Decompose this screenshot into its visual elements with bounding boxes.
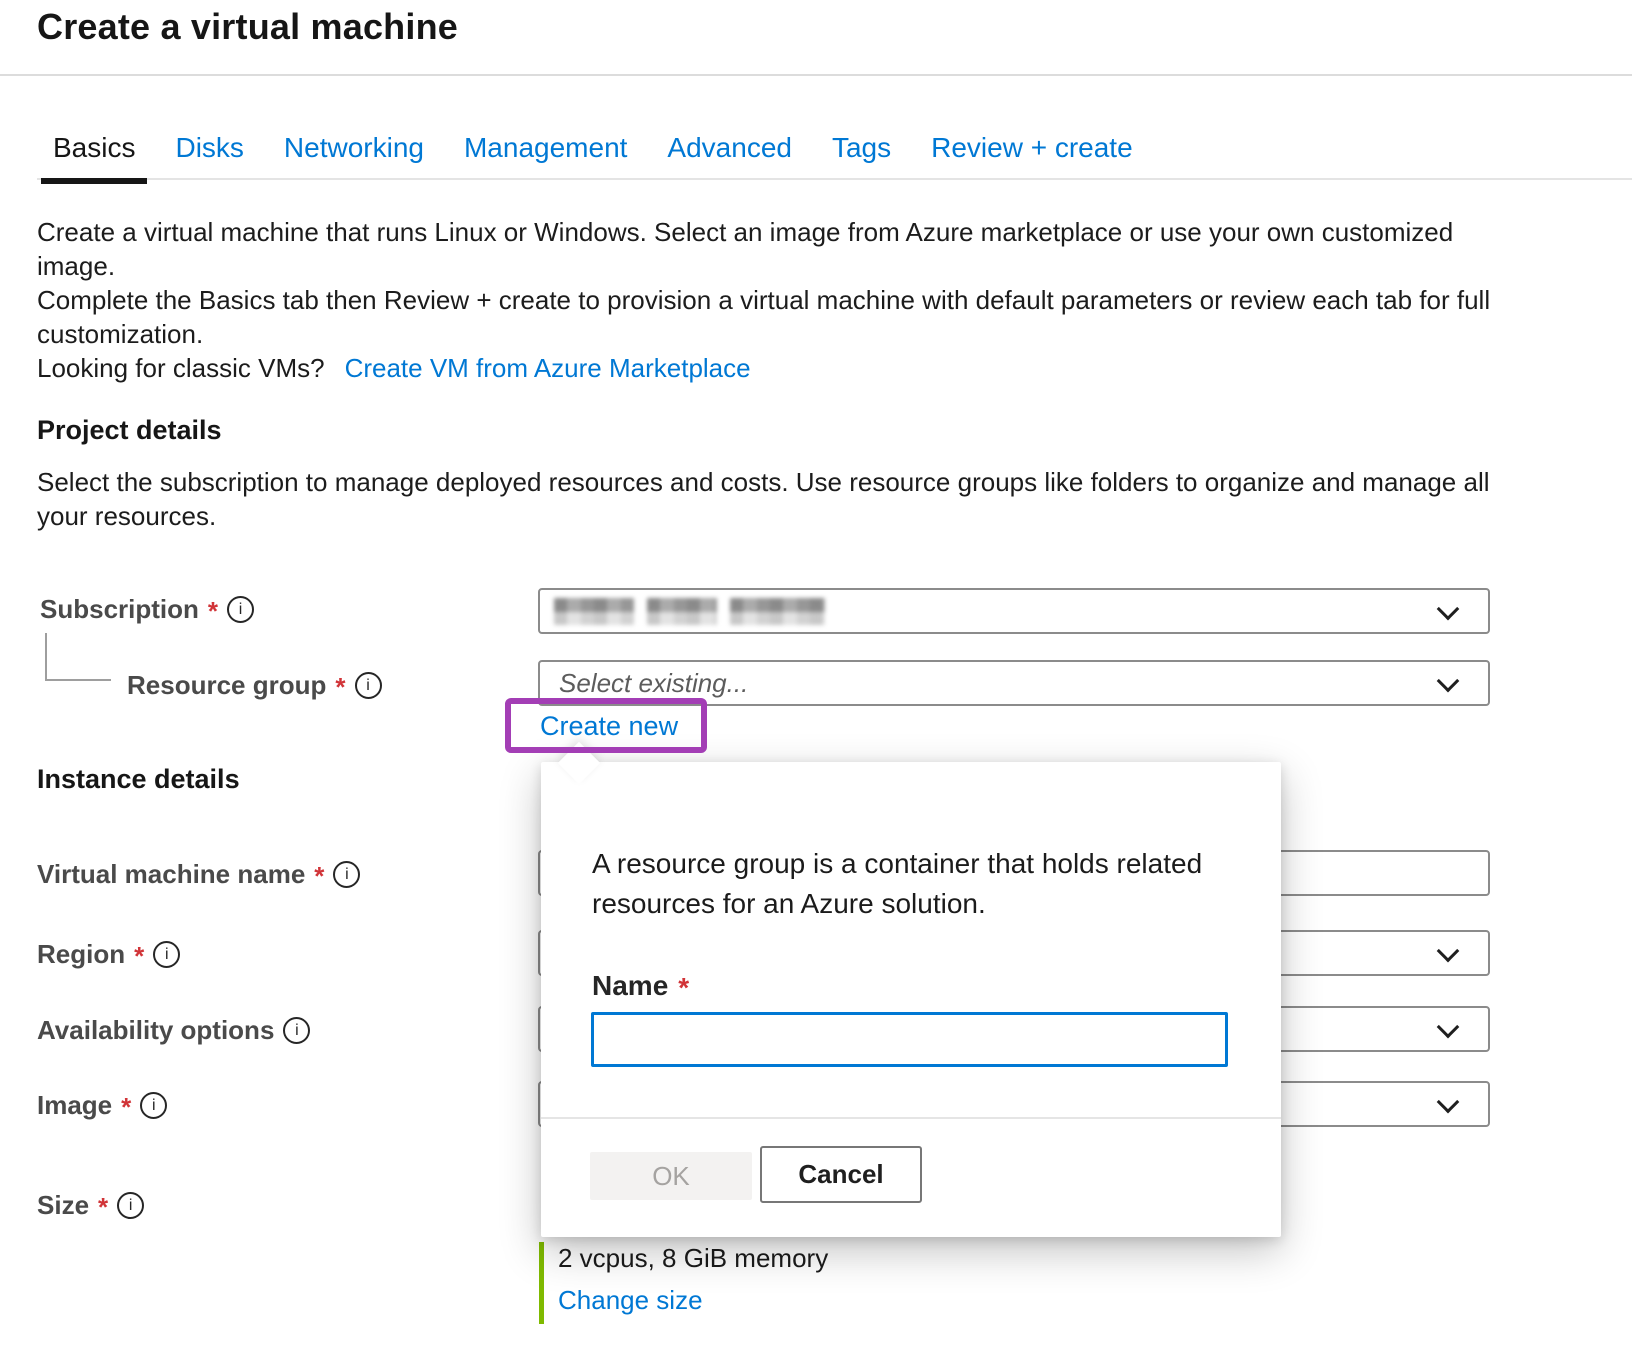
chevron-down-icon bbox=[1437, 1016, 1460, 1039]
resource-group-dropdown[interactable]: Select existing... bbox=[538, 660, 1490, 706]
intro-text: Create a virtual machine that runs Linux… bbox=[37, 215, 1490, 385]
dialog-name-input[interactable] bbox=[591, 1012, 1228, 1067]
subscription-label-text: Subscription bbox=[40, 594, 199, 625]
required-asterisk: * bbox=[134, 941, 144, 972]
resource-group-placeholder: Select existing... bbox=[559, 668, 748, 699]
dialog-footer-divider bbox=[541, 1117, 1281, 1119]
tab-disks[interactable]: Disks bbox=[163, 132, 255, 184]
dialog-name-label-text: Name bbox=[592, 970, 668, 1002]
info-icon[interactable]: i bbox=[117, 1192, 144, 1219]
dialog-description: A resource group is a container that hol… bbox=[592, 844, 1202, 924]
resource-group-label: Resource group * i bbox=[127, 668, 382, 702]
required-asterisk: * bbox=[208, 596, 218, 627]
project-details-heading: Project details bbox=[37, 415, 222, 446]
vm-name-label-text: Virtual machine name bbox=[37, 859, 305, 890]
required-asterisk: * bbox=[314, 861, 324, 892]
info-icon[interactable]: i bbox=[153, 941, 180, 968]
vm-name-label: Virtual machine name * i bbox=[37, 857, 360, 891]
region-label-text: Region bbox=[37, 939, 125, 970]
classic-vms-line: Looking for classic VMs? Create VM from A… bbox=[37, 351, 1490, 385]
intro-line: customization. bbox=[37, 317, 1490, 351]
availability-options-label-text: Availability options bbox=[37, 1015, 274, 1046]
info-icon[interactable]: i bbox=[227, 596, 254, 623]
chevron-down-icon bbox=[1437, 670, 1460, 693]
info-icon[interactable]: i bbox=[355, 672, 382, 699]
info-icon[interactable]: i bbox=[333, 861, 360, 888]
tab-advanced[interactable]: Advanced bbox=[655, 132, 804, 184]
create-resource-group-dialog: A resource group is a container that hol… bbox=[541, 762, 1281, 1237]
tab-bar: Basics Disks Networking Management Advan… bbox=[41, 132, 1145, 184]
required-asterisk: * bbox=[335, 672, 345, 703]
tab-tags[interactable]: Tags bbox=[820, 132, 903, 184]
required-asterisk: * bbox=[121, 1092, 131, 1123]
create-vm-marketplace-link[interactable]: Create VM from Azure Marketplace bbox=[345, 353, 751, 383]
tab-management[interactable]: Management bbox=[452, 132, 639, 184]
instance-details-heading: Instance details bbox=[37, 764, 240, 795]
change-size-link[interactable]: Change size bbox=[558, 1285, 703, 1316]
availability-options-label: Availability options i bbox=[37, 1013, 310, 1047]
subscription-label: Subscription * i bbox=[40, 592, 254, 626]
intro-line: Complete the Basics tab then Review + cr… bbox=[37, 283, 1490, 317]
ok-button[interactable]: OK bbox=[590, 1152, 752, 1200]
intro-line: image. bbox=[37, 249, 1490, 283]
size-specs-text: 2 vcpus, 8 GiB memory bbox=[558, 1243, 828, 1274]
info-icon[interactable]: i bbox=[283, 1017, 310, 1044]
page-title: Create a virtual machine bbox=[37, 6, 458, 48]
tab-basics[interactable]: Basics bbox=[41, 132, 147, 184]
project-details-description: Select the subscription to manage deploy… bbox=[37, 465, 1490, 533]
intro-line: Create a virtual machine that runs Linux… bbox=[37, 215, 1490, 249]
create-new-link[interactable]: Create new bbox=[540, 711, 678, 742]
header-divider bbox=[0, 74, 1632, 76]
subscription-dropdown[interactable] bbox=[538, 588, 1490, 634]
subscription-value-redacted bbox=[554, 598, 825, 625]
dialog-name-label: Name * bbox=[592, 970, 689, 1002]
tree-connector-vertical bbox=[45, 633, 47, 681]
tab-review-create[interactable]: Review + create bbox=[919, 132, 1145, 184]
tab-networking[interactable]: Networking bbox=[272, 132, 436, 184]
tree-connector-horizontal bbox=[45, 679, 111, 681]
required-asterisk: * bbox=[678, 972, 689, 1004]
size-accent-bar bbox=[539, 1242, 544, 1324]
size-label-text: Size bbox=[37, 1190, 89, 1221]
chevron-down-icon bbox=[1437, 1091, 1460, 1114]
image-label-text: Image bbox=[37, 1090, 112, 1121]
chevron-down-icon bbox=[1437, 598, 1460, 621]
chevron-down-icon bbox=[1437, 940, 1460, 963]
classic-vms-prompt: Looking for classic VMs? bbox=[37, 353, 325, 383]
project-desc-line: your resources. bbox=[37, 499, 1490, 533]
dialog-description-line: resources for an Azure solution. bbox=[592, 884, 1202, 924]
region-label: Region * i bbox=[37, 937, 180, 971]
resource-group-label-text: Resource group bbox=[127, 670, 326, 701]
image-label: Image * i bbox=[37, 1088, 167, 1122]
size-label: Size * i bbox=[37, 1188, 144, 1222]
info-icon[interactable]: i bbox=[140, 1092, 167, 1119]
create-vm-page: Create a virtual machine Basics Disks Ne… bbox=[0, 0, 1632, 1368]
project-desc-line: Select the subscription to manage deploy… bbox=[37, 465, 1490, 499]
required-asterisk: * bbox=[98, 1192, 108, 1223]
dialog-description-line: A resource group is a container that hol… bbox=[592, 844, 1202, 884]
cancel-button[interactable]: Cancel bbox=[760, 1146, 922, 1203]
